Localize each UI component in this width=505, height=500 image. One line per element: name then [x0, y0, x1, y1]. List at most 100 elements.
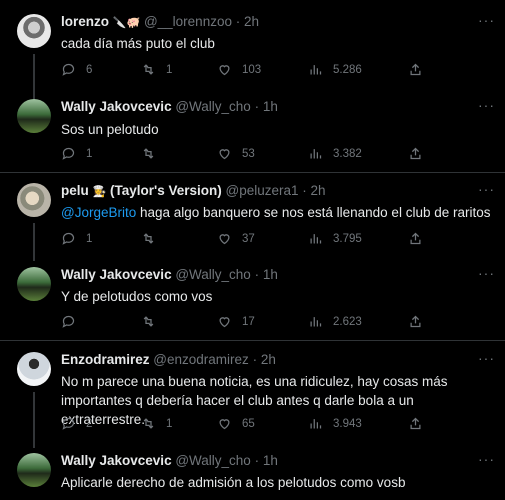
more-icon[interactable]: ··· — [478, 350, 495, 366]
handle[interactable]: @__lorennzoo — [144, 14, 232, 29]
tweet-text: @JorgeBrito haga algo banquero se nos es… — [61, 203, 491, 222]
views-button[interactable]: 5.286 — [308, 62, 362, 77]
avatar[interactable] — [17, 99, 51, 133]
like-icon — [219, 419, 230, 430]
name-emoji: 👩‍🍳 — [92, 186, 107, 198]
timestamp[interactable]: 2h — [311, 183, 326, 198]
avatar[interactable] — [17, 14, 51, 48]
handle[interactable]: @Wally_cho — [175, 99, 250, 114]
display-name[interactable]: Enzodramirez — [61, 352, 150, 367]
views-button[interactable]: 2.623 — [308, 314, 362, 329]
tweet-header: lorenzo 🔪🐖 @__lorennzoo · 2h — [61, 14, 259, 29]
display-name[interactable]: Wally Jakovcevic — [61, 267, 172, 282]
share-button[interactable] — [408, 314, 433, 329]
display-name[interactable]: pelu — [61, 183, 89, 198]
display-name[interactable]: Wally Jakovcevic — [61, 99, 172, 114]
handle[interactable]: @peluzera1 — [226, 183, 299, 198]
timestamp[interactable]: 2h — [244, 14, 259, 29]
timestamp[interactable]: 1h — [263, 453, 278, 468]
divider — [0, 340, 505, 341]
views-count: 3.382 — [333, 147, 362, 160]
like-button[interactable]: 103 — [217, 62, 261, 77]
more-icon[interactable]: ··· — [478, 265, 495, 281]
more-icon[interactable]: ··· — [478, 97, 495, 113]
mention-link[interactable]: @JorgeBrito — [61, 205, 136, 220]
views-button[interactable]: 3.382 — [308, 146, 362, 161]
views-button[interactable]: 3.943 — [308, 416, 362, 431]
retweet-icon — [143, 418, 154, 429]
tweet-text: Y de pelotudos como vos — [61, 289, 213, 304]
tweet-text: Aplicarle derecho de admisión a los pelo… — [61, 475, 406, 490]
more-icon[interactable]: ··· — [478, 451, 495, 467]
name-emoji: 🔪🐖 — [112, 17, 141, 29]
retweet-icon — [143, 233, 154, 244]
retweet-icon — [143, 64, 154, 75]
share-button[interactable] — [408, 62, 433, 77]
views-icon — [310, 65, 322, 75]
tweet-wally-3[interactable]: Wally Jakovcevic @Wally_cho · 1h ··· Apl… — [0, 451, 505, 500]
tweet-actions: 6 1 103 5.286 — [61, 62, 451, 78]
reply-button[interactable] — [61, 314, 86, 329]
like-button[interactable]: 65 — [217, 416, 255, 431]
retweet-count: 1 — [166, 417, 173, 430]
share-icon — [410, 232, 421, 245]
tweet-actions: 1 53 3.382 — [61, 146, 451, 162]
reply-icon — [62, 232, 75, 245]
retweet-icon — [143, 148, 154, 159]
reply-icon — [62, 315, 75, 328]
like-button[interactable]: 17 — [217, 314, 255, 329]
reply-button[interactable]: 1 — [61, 146, 92, 161]
reply-count: 2 — [86, 417, 93, 430]
share-button[interactable] — [408, 231, 433, 246]
timestamp[interactable]: 1h — [263, 267, 278, 282]
avatar[interactable] — [17, 183, 51, 217]
retweet-icon — [143, 316, 154, 327]
reply-icon — [62, 417, 75, 430]
display-name-suffix[interactable]: (Taylor's Version) — [110, 183, 222, 198]
more-icon[interactable]: ··· — [478, 181, 495, 197]
timestamp[interactable]: 1h — [263, 99, 278, 114]
handle[interactable]: @Wally_cho — [175, 453, 250, 468]
avatar[interactable] — [17, 453, 51, 487]
reply-button[interactable]: 6 — [61, 62, 92, 77]
reply-button[interactable]: 2 — [61, 416, 92, 431]
tweet-pelu[interactable]: pelu 👩‍🍳 (Taylor's Version) @peluzera1 ·… — [0, 181, 505, 261]
avatar[interactable] — [17, 352, 51, 386]
share-button[interactable] — [408, 416, 433, 431]
views-button[interactable]: 3.795 — [308, 231, 362, 246]
retweet-count: 1 — [166, 63, 173, 76]
display-name[interactable]: lorenzo — [61, 14, 109, 29]
thread-line — [33, 223, 35, 261]
display-name[interactable]: Wally Jakovcevic — [61, 453, 172, 468]
tweet-wally-2[interactable]: Wally Jakovcevic @Wally_cho · 1h ··· Y d… — [0, 265, 505, 332]
tweet-header: Wally Jakovcevic @Wally_cho · 1h — [61, 99, 278, 114]
like-count: 53 — [242, 147, 255, 160]
separator: · — [235, 14, 241, 29]
separator: · — [254, 453, 260, 468]
like-count: 65 — [242, 417, 255, 430]
retweet-button[interactable]: 1 — [141, 62, 172, 77]
handle[interactable]: @Wally_cho — [175, 267, 250, 282]
views-count: 3.795 — [333, 232, 362, 245]
timestamp[interactable]: 2h — [261, 352, 276, 367]
tweet-header: Wally Jakovcevic @Wally_cho · 1h — [61, 453, 278, 468]
retweet-button[interactable] — [141, 314, 166, 329]
avatar[interactable] — [17, 267, 51, 301]
retweet-button[interactable]: 1 — [141, 416, 172, 431]
retweet-button[interactable] — [141, 146, 166, 161]
share-icon — [410, 417, 421, 430]
like-count: 17 — [242, 315, 255, 328]
like-button[interactable]: 37 — [217, 231, 255, 246]
views-icon — [310, 234, 322, 244]
tweet-wally-1[interactable]: Wally Jakovcevic @Wally_cho · 1h ··· Sos… — [0, 97, 505, 164]
tweet-enzo[interactable]: Enzodramirez @enzodramirez · 2h ··· No m… — [0, 350, 505, 448]
more-icon[interactable]: ··· — [478, 12, 495, 28]
divider — [0, 172, 505, 173]
tweet-lorenzo[interactable]: lorenzo 🔪🐖 @__lorennzoo · 2h ··· cada dí… — [0, 12, 505, 104]
reply-button[interactable]: 1 — [61, 231, 92, 246]
handle[interactable]: @enzodramirez — [153, 352, 249, 367]
reply-count: 1 — [86, 232, 93, 245]
like-button[interactable]: 53 — [217, 146, 255, 161]
share-button[interactable] — [408, 146, 433, 161]
retweet-button[interactable] — [141, 231, 166, 246]
